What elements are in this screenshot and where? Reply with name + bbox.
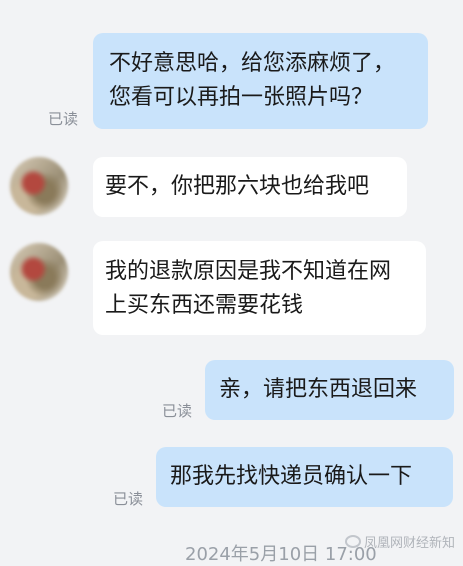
weibo-icon (344, 535, 361, 548)
contact-avatar-1[interactable] (10, 157, 68, 215)
watermark: 凤凰网财经新知 (344, 532, 455, 551)
read-status-3: 已读 (113, 490, 144, 508)
incoming-message-2[interactable]: 我的退款原因是我不知道在网 上买东西还需要花钱 (93, 241, 426, 335)
read-status-2: 已读 (162, 402, 193, 420)
message-2-text: 要不，你把那六块也给我吧 (105, 174, 370, 199)
contact-avatar-2[interactable] (10, 243, 68, 301)
watermark-text: 凤凰网财经新知 (363, 536, 455, 551)
read-status-1: 已读 (48, 110, 79, 128)
message-5-text: 那我先找快递员确认一下 (170, 464, 413, 489)
incoming-message-1[interactable]: 要不，你把那六块也给我吧 (93, 157, 407, 217)
message-1-line-2: 您看可以再拍一张照片吗？ (109, 85, 374, 110)
outgoing-message-2[interactable]: 亲，请把东西退回来 (205, 360, 454, 420)
message-3-line-2: 上买东西还需要花钱 (105, 293, 304, 318)
outgoing-message-3[interactable]: 那我先找快递员确认一下 (156, 447, 453, 507)
message-3-line-1: 我的退款原因是我不知道在网 (105, 259, 392, 284)
outgoing-message-1[interactable]: 不好意思哈，给您添麻烦了， 您看可以再拍一张照片吗？ (93, 33, 428, 129)
message-1-line-1: 不好意思哈，给您添麻烦了， (109, 51, 396, 76)
message-4-text: 亲，请把东西退回来 (219, 377, 418, 402)
